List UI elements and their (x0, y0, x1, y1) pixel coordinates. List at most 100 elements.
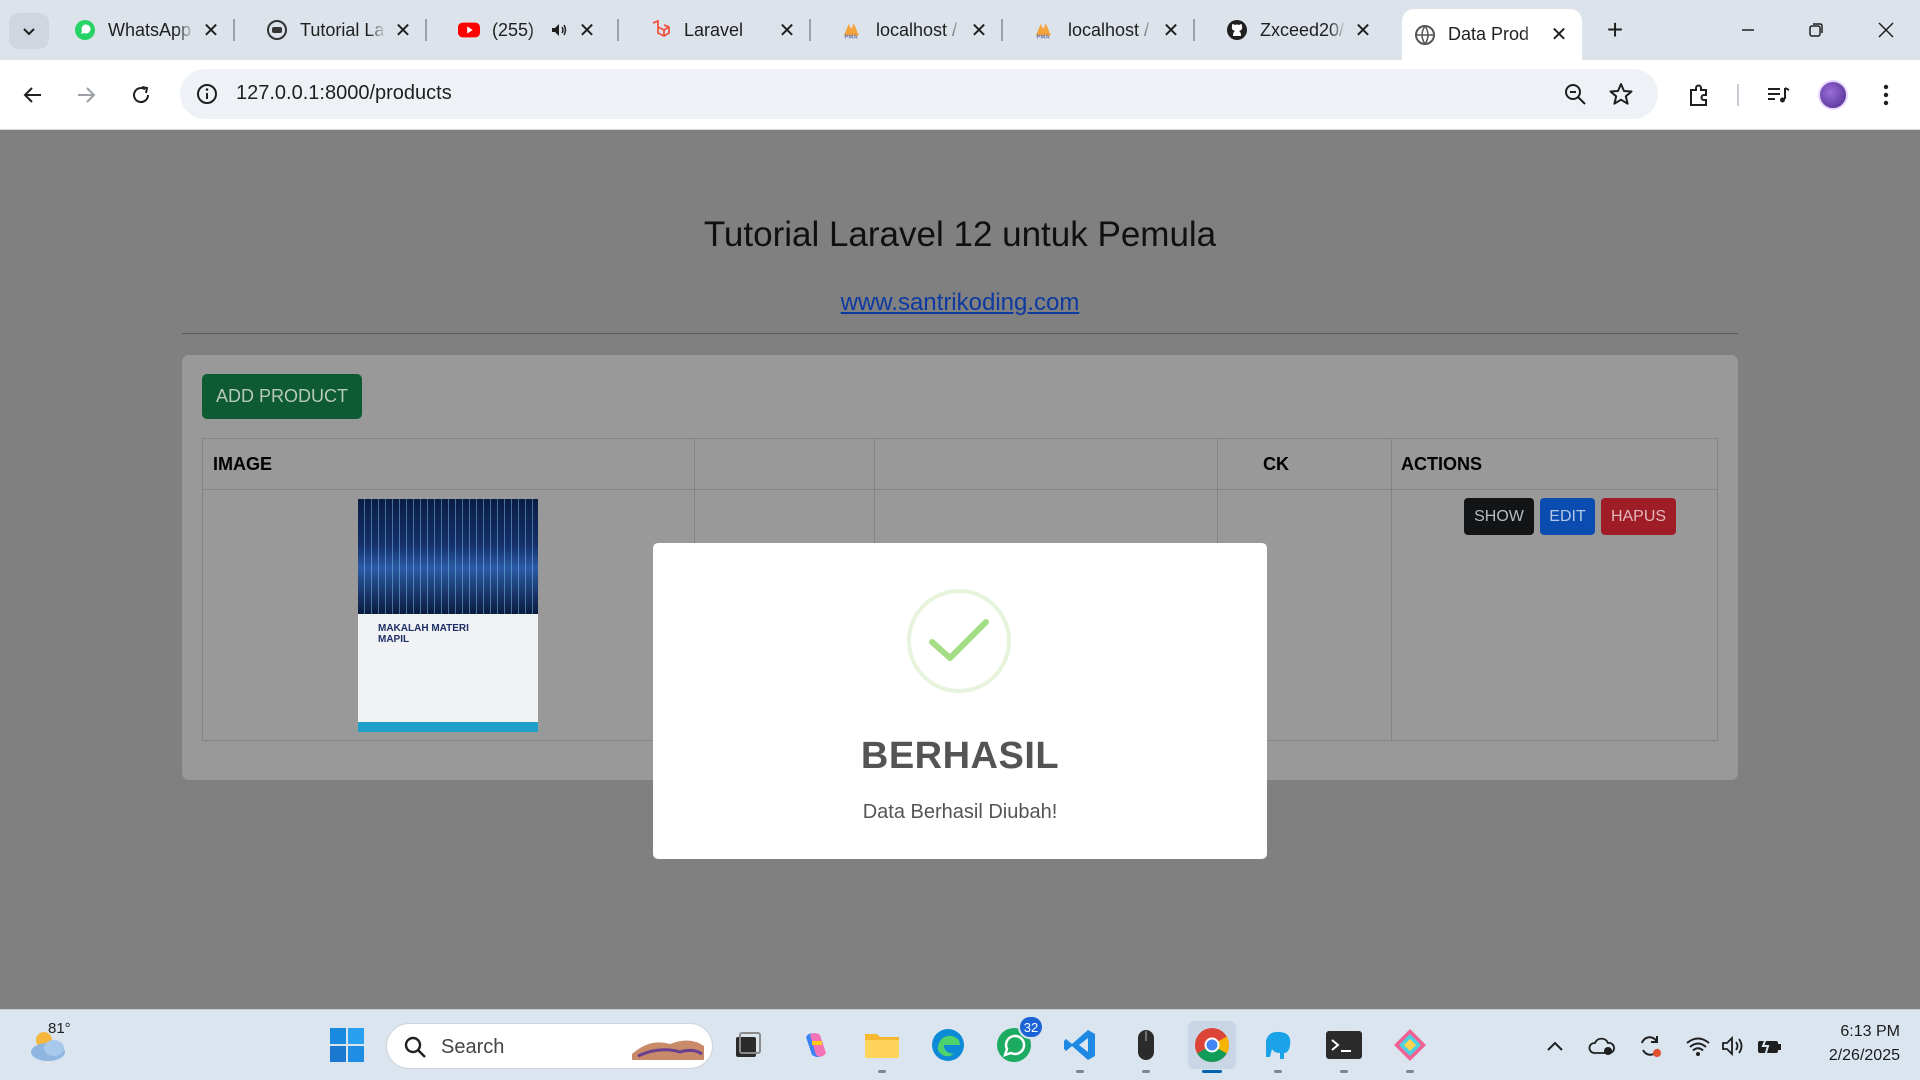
close-icon[interactable]: ✕ (200, 19, 222, 42)
close-icon[interactable]: ✕ (392, 19, 414, 42)
zoom-icon[interactable] (1562, 81, 1588, 112)
tab-youtube[interactable]: (255) ≡ ✕ (446, 9, 619, 51)
close-icon[interactable]: ✕ (1352, 19, 1374, 42)
task-view-icon (736, 1032, 761, 1057)
taskbar-clock[interactable]: 6:13 PM 2/26/2025 (1800, 1020, 1900, 1068)
chevron-up-icon (1547, 1041, 1563, 1051)
weather-widget[interactable]: 81° (26, 1020, 74, 1068)
extensions-button[interactable] (1679, 75, 1719, 115)
copilot-button[interactable] (792, 1021, 840, 1069)
folder-icon (865, 1034, 899, 1058)
minimize-button[interactable] (1716, 8, 1780, 52)
address-bar[interactable]: 127.0.0.1:8000/products (180, 69, 1658, 119)
close-icon[interactable]: ✕ (1548, 24, 1570, 46)
site-info-icon[interactable] (194, 81, 220, 107)
more-vert-icon (1883, 84, 1889, 106)
back-button[interactable] (13, 75, 53, 115)
battery-tray-icon[interactable] (1756, 1032, 1784, 1060)
close-icon[interactable]: ✕ (776, 19, 798, 42)
tab-search-button[interactable] (9, 13, 49, 49)
taskbar-search[interactable]: Search (386, 1023, 713, 1069)
page-title: Tutorial Laravel 12 untuk Pemula (703, 215, 1217, 254)
column-divider (1391, 439, 1392, 740)
close-icon[interactable]: ✕ (968, 19, 990, 42)
close-icon[interactable]: ✕ (1160, 19, 1182, 42)
arrow-left-icon (23, 87, 41, 103)
gitkraken-icon (1394, 1029, 1426, 1061)
toolbar-divider (1737, 84, 1739, 106)
task-view-button[interactable] (724, 1021, 772, 1069)
delete-button[interactable]: HAPUS (1601, 498, 1676, 535)
taskbar: 81° Search 32 6:13 PM 2/26/2025 (0, 1009, 1920, 1080)
forward-button[interactable] (66, 75, 106, 115)
terminal-button[interactable] (1320, 1021, 1368, 1073)
browser-toolbar: 127.0.0.1:8000/products (0, 60, 1920, 130)
show-hidden-icons-button[interactable] (1541, 1032, 1569, 1060)
edit-button[interactable]: EDIT (1540, 498, 1595, 535)
tab-label: Zxceed20/ (1260, 19, 1345, 40)
restore-button[interactable] (1784, 8, 1848, 52)
volume-tray-icon[interactable] (1720, 1032, 1748, 1060)
file-explorer-button[interactable] (858, 1021, 906, 1073)
thumb-title: MAKALAH MATERI MAPIL (378, 623, 469, 645)
product-image: MAKALAH MATERI MAPIL (358, 499, 538, 732)
tab-data-products[interactable]: Data Prod ✕ (1402, 9, 1582, 60)
edge-button[interactable] (924, 1021, 972, 1069)
browser-tabstrip: WhatsApp ✕ Tutorial La ✕ (255) ≡ ✕ Larav… (0, 0, 1920, 60)
battery-charging-icon (1758, 1035, 1781, 1057)
tab-label: Tutorial La (300, 19, 385, 40)
new-tab-button[interactable]: + (1597, 12, 1633, 48)
page-content: Tutorial Laravel 12 untuk Pemula www.san… (0, 131, 1920, 1009)
elephant-db-icon (1266, 1031, 1291, 1059)
column-header-stock: CK (1263, 453, 1289, 474)
minimize-icon (1742, 29, 1754, 31)
search-icon (404, 1036, 426, 1058)
tab-divider (809, 19, 811, 41)
chrome-button[interactable] (1188, 1021, 1236, 1073)
thumb-light-beams (358, 499, 538, 614)
sync-icon (1641, 1036, 1661, 1057)
add-product-button[interactable]: ADD PRODUCT (202, 374, 362, 419)
success-check-icon (907, 589, 1011, 693)
puzzle-icon (1690, 84, 1707, 106)
media-control-button[interactable] (1758, 75, 1798, 115)
tab-tutorial[interactable]: Tutorial La ✕ (254, 9, 427, 51)
weather-temp: 81° (48, 1020, 71, 1037)
vscode-button[interactable] (1056, 1021, 1104, 1073)
wifi-tray-icon[interactable] (1684, 1032, 1712, 1060)
tab-localhost-2[interactable]: PMA localhost / ✕ (1022, 9, 1195, 51)
sync-tray-icon[interactable] (1636, 1032, 1664, 1060)
svg-text:PMA: PMA (1037, 34, 1051, 40)
tab-laravel[interactable]: Laravel ✕ (638, 9, 811, 51)
speaker-icon[interactable] (548, 19, 570, 41)
notification-badge: 32 (1018, 1015, 1044, 1039)
tab-divider (425, 19, 427, 41)
tab-divider (1193, 19, 1195, 41)
git-client-button[interactable] (1386, 1021, 1434, 1073)
clock-time: 6:13 PM (1840, 1023, 1900, 1040)
url-text[interactable]: 127.0.0.1:8000/products (236, 82, 452, 105)
tab-whatsapp[interactable]: WhatsApp ✕ (62, 9, 235, 51)
start-button[interactable] (323, 1021, 371, 1069)
copilot-icon (806, 1033, 826, 1057)
reload-button[interactable] (121, 75, 161, 115)
search-highlight-image (632, 1040, 704, 1060)
profile-avatar[interactable] (1818, 80, 1848, 110)
close-icon[interactable]: ✕ (576, 19, 598, 42)
modal-message: Data Berhasil Diubah! (862, 801, 1058, 823)
bookmark-star-icon[interactable] (1608, 81, 1634, 112)
close-window-button[interactable] (1854, 8, 1918, 52)
whatsapp-taskbar-button[interactable]: 32 (990, 1015, 1044, 1069)
show-button[interactable]: SHOW (1464, 498, 1534, 535)
tableplus-button[interactable] (1254, 1021, 1302, 1073)
mouse-app-button[interactable] (1122, 1021, 1170, 1073)
tab-localhost-1[interactable]: PMA localhost / ✕ (830, 9, 1003, 51)
whatsapp-icon (74, 19, 96, 41)
tab-github[interactable]: Zxceed20/ ✕ (1214, 9, 1386, 51)
running-indicator (1202, 1070, 1222, 1073)
site-link[interactable]: www.santrikoding.com (0, 289, 1920, 317)
youtube-icon (458, 19, 480, 41)
phpmyadmin-icon: PMA (1034, 19, 1056, 41)
menu-button[interactable] (1866, 75, 1906, 115)
onedrive-tray-icon[interactable] (1588, 1032, 1616, 1060)
